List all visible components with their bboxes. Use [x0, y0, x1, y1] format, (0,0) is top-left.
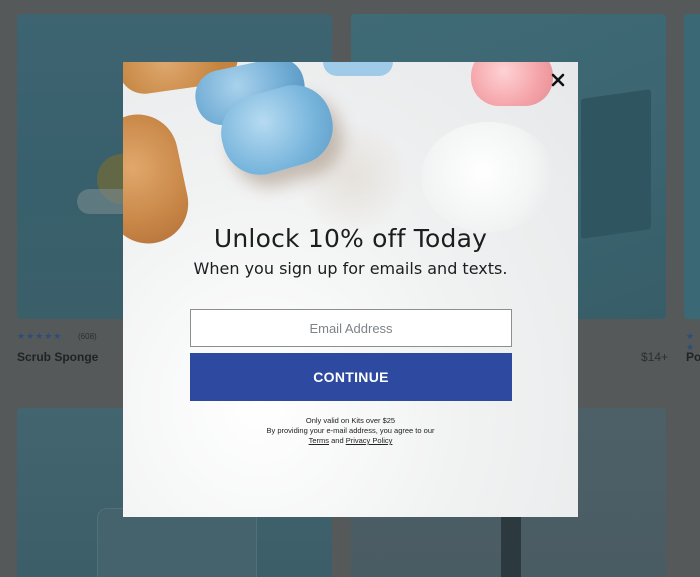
fine-print: Only valid on Kits over $25 By providing…: [123, 416, 578, 446]
privacy-policy-link[interactable]: Privacy Policy: [346, 436, 393, 445]
page: ★★★★★ (608) Scrub Sponge $14+ ★ ★ Po Unl…: [0, 0, 700, 577]
close-icon[interactable]: [548, 70, 568, 90]
container-graphic: [97, 508, 257, 577]
continue-button[interactable]: CONTINUE: [190, 353, 512, 401]
email-field[interactable]: [190, 309, 512, 347]
and-text: and: [331, 436, 344, 445]
fine-print-links: Terms and Privacy Policy: [123, 436, 578, 446]
blue-tablet-graphic: [323, 62, 393, 76]
fine-print-offer: Only valid on Kits over $25: [305, 416, 396, 425]
product-name[interactable]: Po: [686, 350, 700, 364]
foam-graphic: [421, 122, 556, 232]
product-graphic: [581, 89, 651, 239]
signup-modal: Unlock 10% off Today When you sign up fo…: [123, 62, 578, 517]
product-price: $14+: [641, 350, 669, 364]
modal-subtitle: When you sign up for emails and texts.: [193, 259, 508, 278]
terms-link[interactable]: Terms: [309, 436, 329, 445]
review-count: (608): [78, 332, 97, 341]
rating-stars: ★★★★★: [17, 331, 63, 341]
fine-print-consent: By providing your e-mail address, you ag…: [266, 426, 435, 435]
modal-title: Unlock 10% off Today: [213, 224, 488, 253]
product-name[interactable]: Scrub Sponge: [17, 350, 98, 364]
pink-tablet-graphic: [471, 62, 553, 106]
product-image-3[interactable]: [684, 14, 700, 319]
close-icon-glyph: [551, 73, 565, 87]
bottle-graphic: [501, 508, 521, 577]
